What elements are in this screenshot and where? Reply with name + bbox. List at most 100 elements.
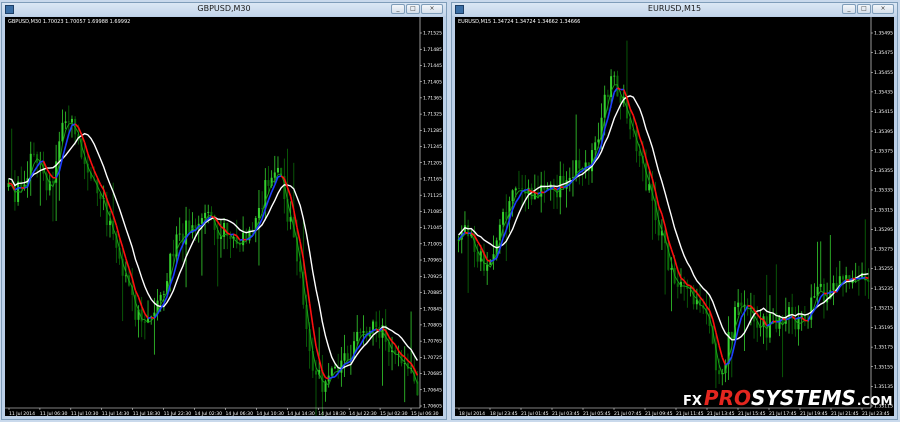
price-tick-label: 1.35495 (874, 31, 893, 37)
price-tick-label: 1.35255 (874, 266, 893, 272)
candle-body (64, 121, 67, 123)
titlebar[interactable]: EURUSD,M15 _ □ × (452, 3, 897, 16)
ma-line-signal (670, 249, 676, 260)
close-button[interactable]: × (872, 4, 894, 14)
candle-body (200, 218, 203, 224)
candle-body (343, 353, 346, 361)
ma-line-green (458, 84, 869, 376)
ma-line-signal (362, 334, 368, 340)
ma-line-signal (661, 213, 666, 227)
price-tick-label: 1.71085 (423, 209, 442, 215)
price-tick-label: 1.35315 (874, 207, 893, 213)
candle-body (578, 160, 581, 169)
ma-line-signal (543, 189, 549, 194)
maximize-button[interactable]: □ (857, 4, 871, 14)
candle-body (543, 184, 546, 190)
candle-body (737, 302, 740, 308)
candle-body (594, 142, 597, 151)
ma-line-signal (147, 316, 152, 320)
ma-line-signal (388, 336, 393, 342)
price-tick-label: 1.71045 (423, 225, 442, 231)
time-tick-label: 14 Jul 14:30 (287, 411, 315, 416)
chart-window-eurusd[interactable]: EURUSD,M15 _ □ × EURUSD,M15 1.34724 1.34… (451, 2, 898, 420)
ma-line-signal (505, 219, 511, 231)
ma-line-signal (331, 376, 336, 379)
ma-line-signal (756, 313, 762, 319)
ma-line-green (8, 122, 418, 386)
candlestick-chart[interactable]: GBPUSD,M30 1.70023 1.70057 1.69988 1.699… (5, 17, 443, 416)
ma-line-signal (680, 277, 685, 282)
ma-line-signal (99, 184, 105, 191)
ma-line-signal (33, 166, 38, 173)
time-tick-label: 11 Jul 14:30 (102, 411, 130, 416)
ma-line-signal (121, 247, 127, 259)
time-tick-label: 15 Jul 06:30 (411, 411, 439, 416)
price-tick-label: 1.70605 (423, 404, 442, 410)
candle-body (178, 233, 181, 235)
ma-line-signal (585, 165, 590, 169)
ma-line-signal (305, 280, 311, 304)
price-tick-label: 1.71125 (423, 193, 442, 199)
price-tick-label: 1.35355 (874, 168, 893, 174)
minimize-button[interactable]: _ (391, 4, 405, 14)
price-chart[interactable]: EURUSD,M15 1.34724 1.34724 1.34662 1.346… (455, 17, 894, 416)
ma-line-signal (299, 241, 305, 259)
candle-body (276, 167, 279, 173)
ma-line-signal (830, 290, 834, 294)
time-tick-label: 14 Jul 02:30 (195, 411, 223, 416)
time-tick-label: 14 Jul 06:30 (225, 411, 253, 416)
candle-body (511, 190, 514, 202)
ma-line-signal (721, 357, 727, 366)
ma-line-signal (563, 185, 567, 189)
time-tick-label: 11 Jul 2014 (9, 411, 35, 416)
candle-body (867, 280, 870, 282)
candle-body (476, 251, 479, 262)
ma-line-signal (289, 196, 295, 211)
ma-line-signal (623, 89, 628, 99)
candle-body (124, 275, 127, 277)
fxprosystems-logo: FX PRO SYSTEMS .COM (683, 386, 892, 412)
time-tick-label: 18 Jul 2014 (459, 411, 485, 416)
price-tick-label: 1.71005 (423, 241, 442, 247)
ma-line-signal (724, 362, 730, 366)
ma-line-signal (502, 229, 507, 239)
close-button[interactable]: × (421, 4, 443, 14)
candle-body (517, 188, 520, 190)
ma-line-signal (312, 325, 317, 347)
candle-body (743, 304, 746, 306)
ma-line-signal (740, 311, 746, 318)
price-tick-label: 1.70645 (423, 387, 442, 393)
candlestick-chart[interactable]: EURUSD,M15 1.34724 1.34724 1.34662 1.346… (455, 17, 894, 416)
candle-body (356, 331, 359, 342)
price-tick-label: 1.35295 (874, 227, 893, 233)
time-tick-label: 18 Jul 23:45 (490, 411, 518, 416)
ma-line-signal (648, 168, 654, 180)
maximize-button[interactable]: □ (406, 4, 420, 14)
price-tick-label: 1.71445 (423, 63, 442, 69)
minimize-button[interactable]: _ (842, 4, 856, 14)
ma-line-signal (277, 175, 282, 178)
price-tick-label: 1.71525 (423, 31, 442, 37)
ma-line-signal (68, 125, 73, 135)
candle-body (143, 321, 146, 323)
price-tick-label: 1.35195 (874, 325, 893, 331)
candle-body (108, 220, 112, 226)
titlebar[interactable]: GBPUSD,M30 _ □ × (2, 3, 446, 16)
ma-line-signal (45, 167, 51, 175)
price-chart[interactable]: GBPUSD,M30 1.70023 1.70057 1.69988 1.699… (5, 17, 443, 416)
ma-line-signal (795, 317, 799, 320)
candle-body (568, 177, 571, 181)
ma-line-signal (334, 372, 339, 378)
ma-line-white (8, 132, 419, 370)
chart-window-gbpusd[interactable]: GBPUSD,M30 _ □ × GBPUSD,M30 1.70023 1.70… (1, 2, 447, 420)
price-tick-label: 1.71365 (423, 95, 442, 101)
window-title: GBPUSD,M30 (197, 4, 251, 13)
ma-line-signal (531, 190, 536, 194)
ma-line-signal (696, 292, 701, 298)
candle-body (162, 294, 165, 295)
ma-line-signal (217, 221, 222, 228)
ma-line-signal (772, 320, 777, 323)
candle-body (502, 211, 505, 225)
ma-line-signal (861, 276, 866, 279)
time-tick-label: 11 Jul 18:30 (133, 411, 161, 416)
